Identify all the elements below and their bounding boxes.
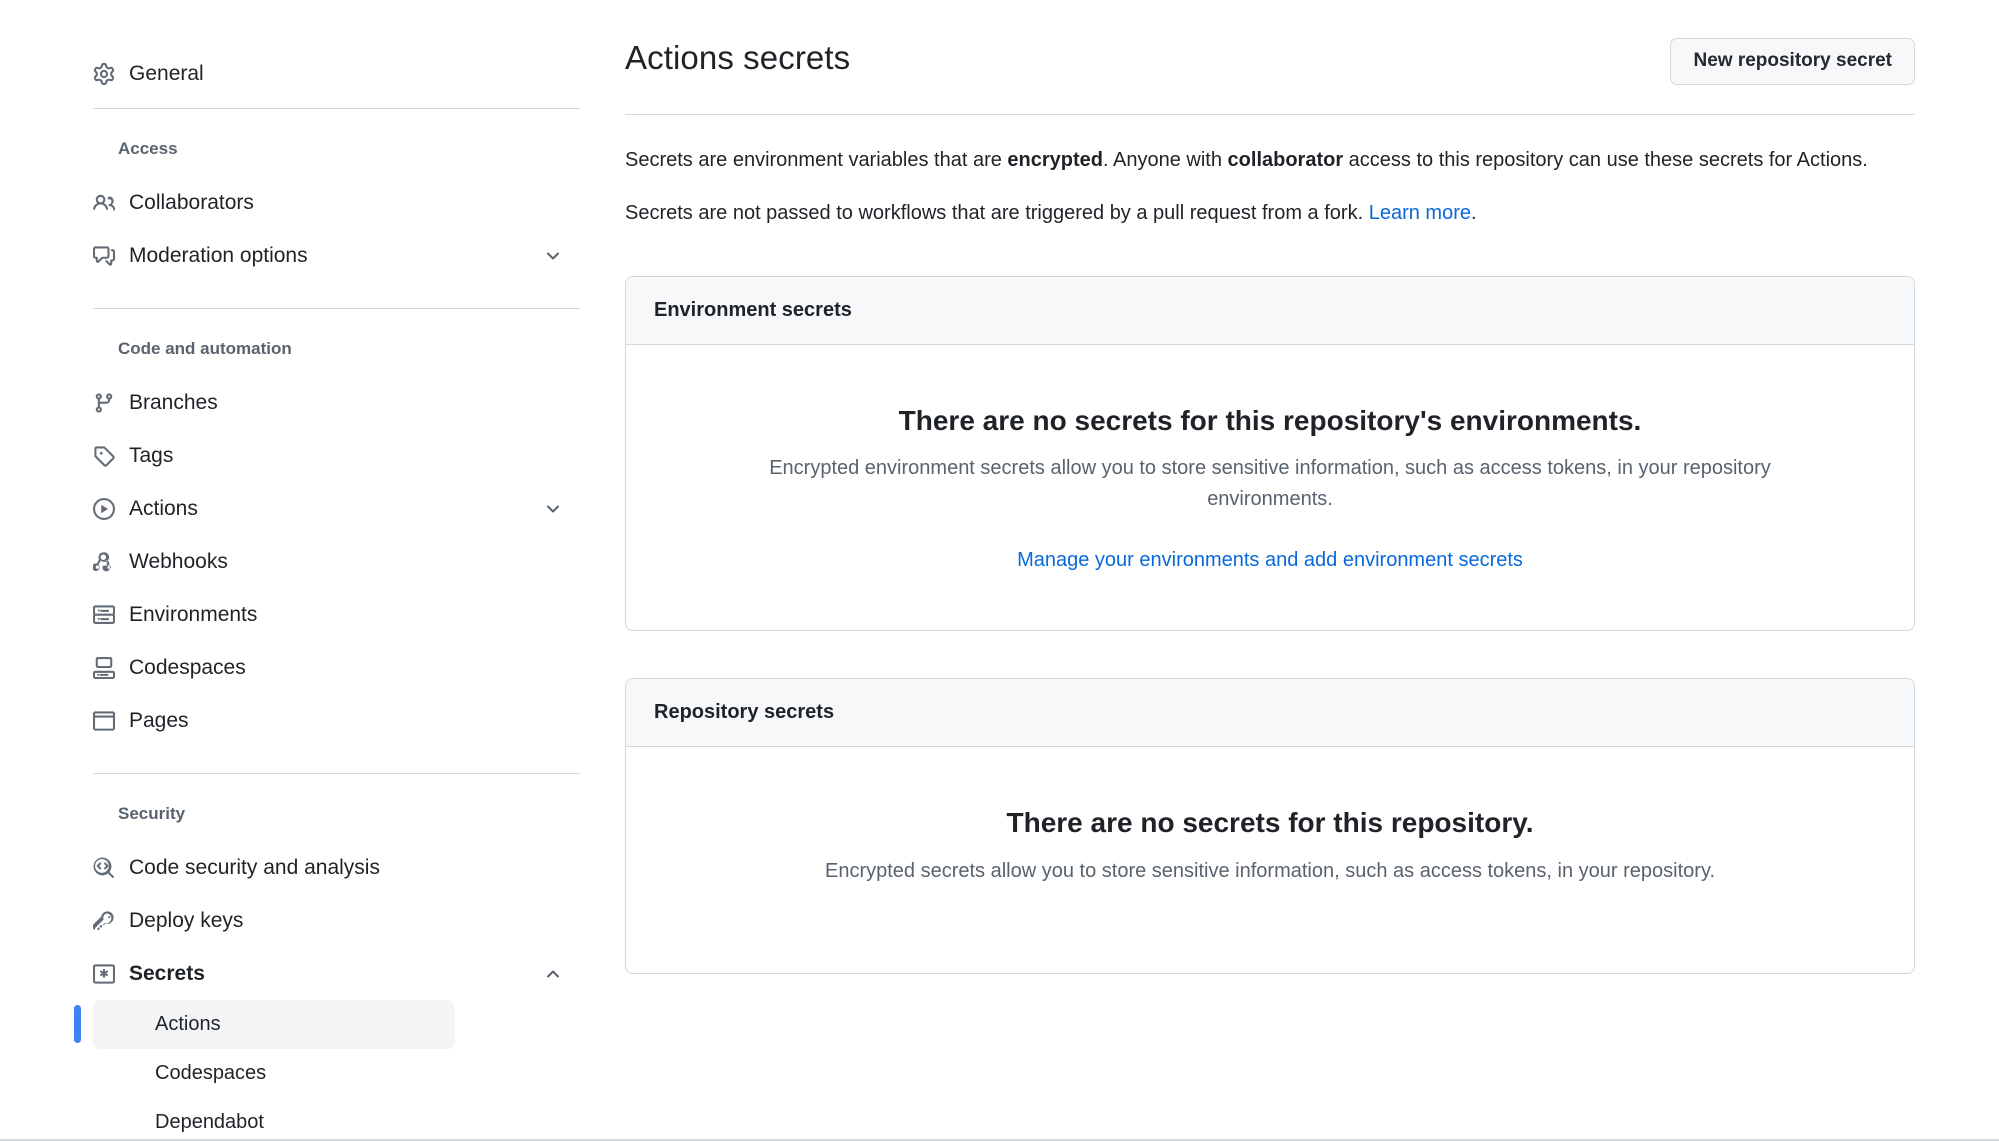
sidebar-item-label: Moderation options [129, 245, 528, 266]
sidebar-group-title-security: Security [118, 802, 600, 824]
repository-secrets-empty-description: Encrypted secrets allow you to store sen… [710, 856, 1830, 887]
sidebar-group-title-access: Access [118, 137, 600, 159]
sidebar-item-label: Branches [129, 392, 564, 413]
main-header: Actions secrets New repository secret [625, 38, 1915, 115]
sidebar-divider [93, 108, 580, 109]
people-icon [93, 192, 115, 214]
repository-secrets-empty-state: There are no secrets for this repository… [626, 747, 1914, 972]
chevron-down-icon[interactable] [542, 245, 564, 267]
sidebar-item-label: Code security and analysis [129, 857, 564, 878]
main-content: Actions secrets New repository secret Se… [625, 0, 1915, 974]
sidebar-item-collaborators[interactable]: Collaborators [93, 176, 574, 229]
sidebar-item-label: General [129, 63, 564, 84]
sidebar-item-label: Codespaces [129, 657, 564, 678]
settings-sidebar: General Access Collaborators Moderation … [0, 0, 600, 1141]
manage-environments-link[interactable]: Manage your environments and add environ… [666, 549, 1874, 572]
git-branch-icon [93, 392, 115, 414]
chevron-up-icon[interactable] [542, 963, 564, 985]
sidebar-item-tags[interactable]: Tags [93, 429, 574, 482]
sidebar-item-pages[interactable]: Pages [93, 694, 574, 747]
selected-indicator [74, 1005, 81, 1043]
intro-text: Secrets are environment variables that a… [625, 115, 1915, 229]
browser-icon [93, 710, 115, 732]
sidebar-item-label: Deploy keys [129, 910, 564, 931]
repository-secrets-panel: Repository secrets There are no secrets … [625, 678, 1915, 973]
environment-secrets-header: Environment secrets [626, 277, 1914, 345]
sidebar-item-webhooks[interactable]: Webhooks [93, 535, 574, 588]
intro-paragraph-1: Secrets are environment variables that a… [625, 145, 1880, 176]
sidebar-item-label: Actions [129, 498, 528, 519]
sidebar-divider [93, 773, 580, 774]
repository-secrets-header: Repository secrets [626, 679, 1914, 747]
sidebar-item-branches[interactable]: Branches [93, 376, 574, 429]
settings-page: General Access Collaborators Moderation … [0, 0, 1999, 1141]
intro-text-part: . [1471, 202, 1477, 224]
intro-bold-collaborator: collaborator [1228, 149, 1344, 171]
sidebar-item-label: Collaborators [129, 192, 564, 213]
sidebar-divider [93, 308, 580, 309]
sidebar-subitem-label: Dependabot [155, 1111, 264, 1134]
key-icon [93, 910, 115, 932]
intro-paragraph-2: Secrets are not passed to workflows that… [625, 198, 1880, 229]
sidebar-item-label: Secrets [129, 963, 528, 984]
page-title: Actions secrets [625, 38, 850, 78]
environment-secrets-panel: Environment secrets There are no secrets… [625, 276, 1915, 631]
sidebar-item-general[interactable]: General [93, 47, 574, 100]
sidebar-subitem-dependabot[interactable]: Dependabot [93, 1098, 455, 1141]
server-icon [93, 604, 115, 626]
comment-discussion-icon [93, 245, 115, 267]
sidebar-subitem-actions[interactable]: Actions [93, 1000, 455, 1049]
environment-secrets-empty-state: There are no secrets for this repository… [626, 345, 1914, 630]
sidebar-item-environments[interactable]: Environments [93, 588, 574, 641]
tag-icon [93, 445, 115, 467]
sidebar-item-label: Webhooks [129, 551, 564, 572]
sidebar-subitem-label: Codespaces [155, 1062, 266, 1085]
sidebar-subitem-label: Actions [155, 1013, 221, 1036]
intro-text-part: Secrets are environment variables that a… [625, 149, 1007, 171]
asterisk-square-icon [93, 963, 115, 985]
webhook-icon [93, 551, 115, 573]
learn-more-link[interactable]: Learn more [1369, 202, 1471, 224]
sidebar-item-secrets[interactable]: Secrets [93, 947, 574, 1000]
intro-bold-encrypted: encrypted [1007, 149, 1103, 171]
repository-secrets-empty-title: There are no secrets for this repository… [666, 805, 1874, 841]
new-repository-secret-button[interactable]: New repository secret [1670, 38, 1915, 85]
environment-secrets-empty-description: Encrypted environment secrets allow you … [710, 453, 1830, 515]
play-circle-icon [93, 498, 115, 520]
intro-text-part: access to this repository can use these … [1343, 149, 1868, 171]
sidebar-item-moderation-options[interactable]: Moderation options [93, 229, 574, 282]
chevron-down-icon[interactable] [542, 498, 564, 520]
intro-text-part: . Anyone with [1103, 149, 1228, 171]
codescan-icon [93, 857, 115, 879]
sidebar-subitem-codespaces[interactable]: Codespaces [93, 1049, 455, 1098]
sidebar-item-label: Tags [129, 445, 564, 466]
sidebar-item-codespaces[interactable]: Codespaces [93, 641, 574, 694]
sidebar-item-code-security-and-analysis[interactable]: Code security and analysis [93, 841, 574, 894]
codespaces-icon [93, 657, 115, 679]
sidebar-item-actions[interactable]: Actions [93, 482, 574, 535]
sidebar-item-label: Environments [129, 604, 564, 625]
gear-icon [93, 63, 115, 85]
intro-text-part: Secrets are not passed to workflows that… [625, 202, 1369, 224]
sidebar-item-label: Pages [129, 710, 564, 731]
sidebar-group-title-code-and-automation: Code and automation [118, 337, 600, 359]
environment-secrets-empty-title: There are no secrets for this repository… [666, 403, 1874, 439]
sidebar-item-deploy-keys[interactable]: Deploy keys [93, 894, 574, 947]
